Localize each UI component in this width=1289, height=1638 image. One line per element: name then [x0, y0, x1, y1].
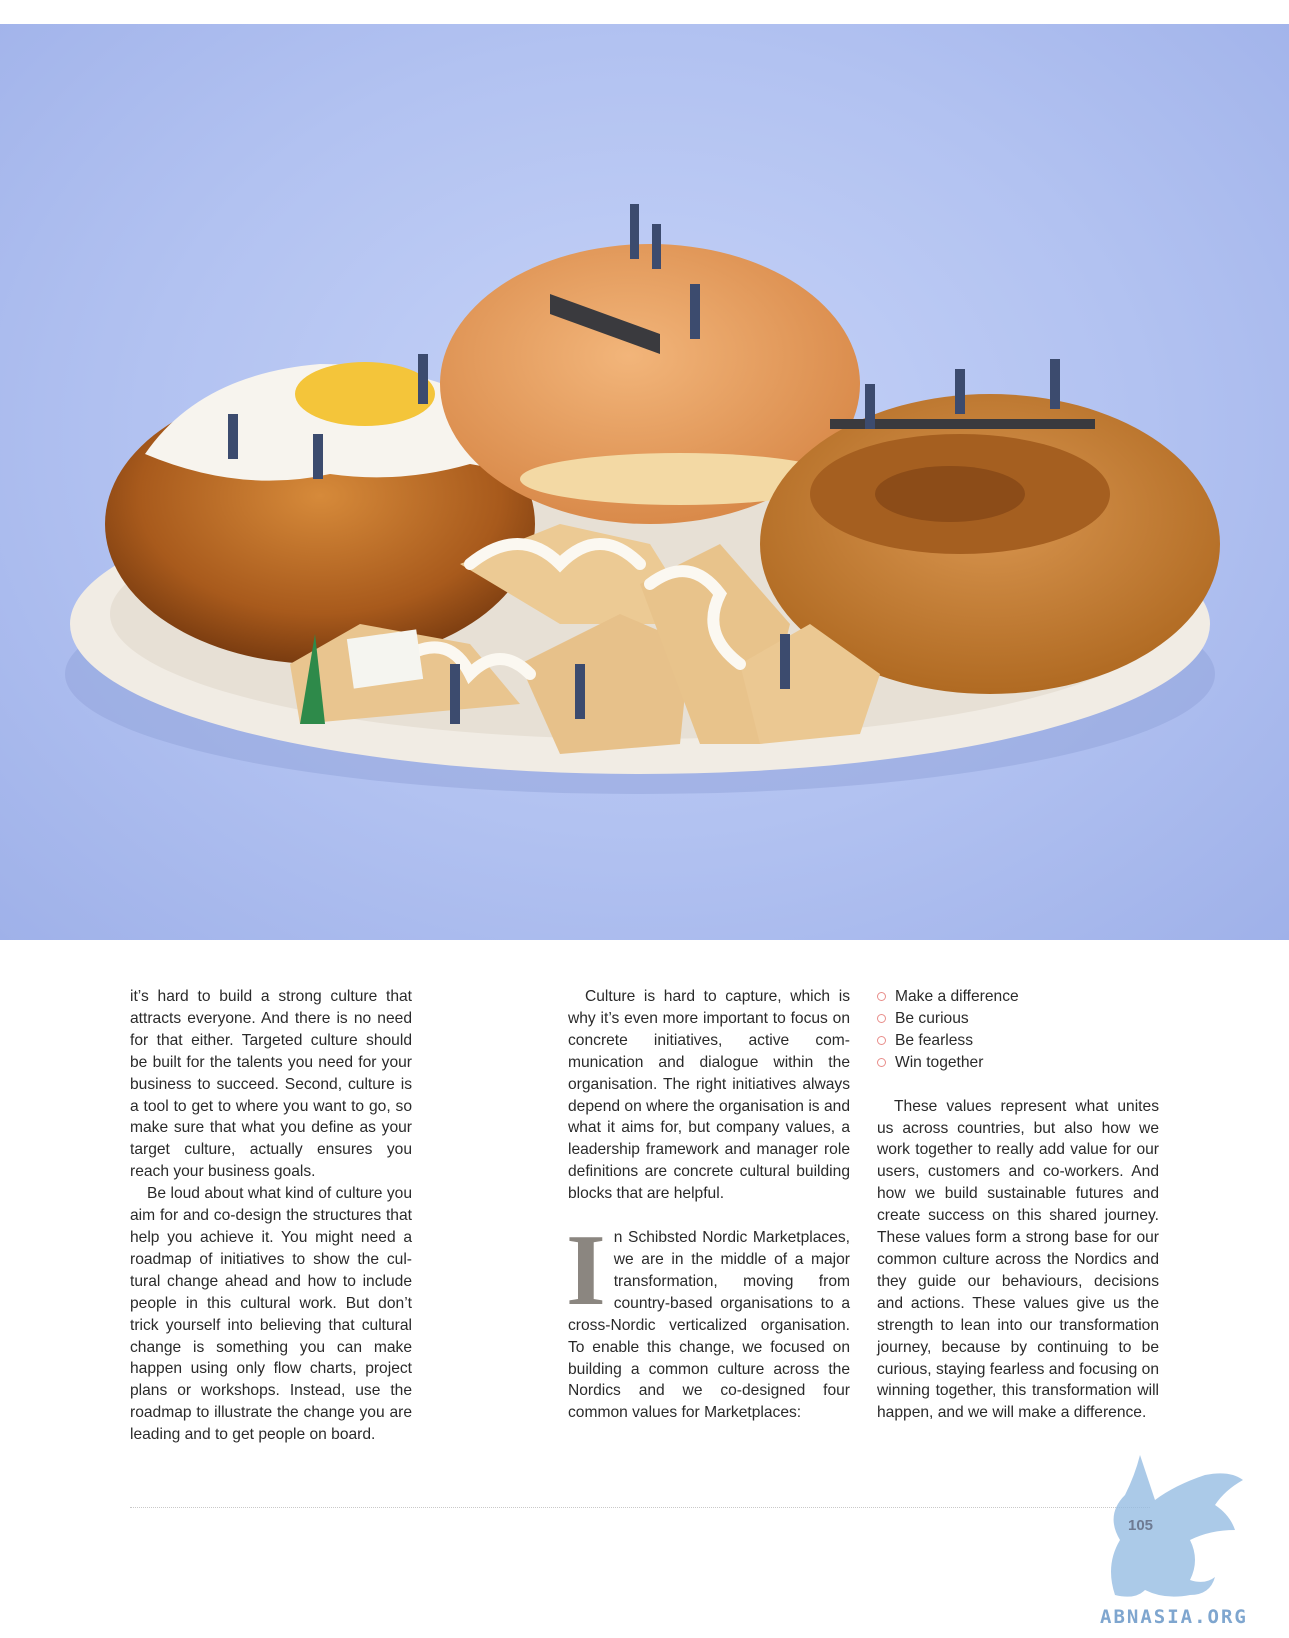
list-item: Make a difference [877, 986, 1159, 1008]
watermark-text: ABNASIA.ORG [1100, 1606, 1248, 1628]
bullet-circle-icon [877, 1013, 886, 1023]
list-item: Win together [877, 1052, 1159, 1074]
value-label: Be fearless [895, 1031, 974, 1049]
body-paragraph: Be loud about what kind of culture you a… [130, 1185, 412, 1444]
bullet-circle-icon [877, 1035, 886, 1045]
column-middle: Culture is hard to capture, which is why… [566, 986, 850, 1424]
drop-cap: I [566, 1214, 606, 1328]
bullet-circle-icon [877, 1057, 886, 1067]
bullet-circle-icon [877, 992, 886, 1001]
dropcap-paragraph-text: n Schibsted Nordic Market­places, we are… [568, 1229, 850, 1422]
griffin-logo-icon [1111, 1455, 1243, 1597]
column-right: Make a difference Be curious Be fearless… [877, 986, 1159, 1424]
body-paragraph: These values represent what unites us ac… [877, 1097, 1159, 1422]
pastry-plate-with-miniature-figures-photo [65, 204, 1220, 794]
value-label: Win together [895, 1053, 984, 1071]
list-item: Be fearless [877, 1030, 1159, 1052]
list-item: Be curious [877, 1008, 1159, 1030]
value-label: Make a difference [895, 988, 1019, 1005]
body-paragraph-with-dropcap: In Schibsted Nordic Market­places, we ar… [566, 1214, 850, 1424]
value-label: Be curious [895, 1009, 969, 1027]
body-paragraph: it’s hard to build a strong culture that… [130, 988, 412, 1181]
hero-photo [0, 24, 1289, 940]
body-paragraph: Culture is hard to capture, which is why… [568, 988, 850, 1203]
footer-divider [130, 1507, 1150, 1508]
column-left: it’s hard to build a strong culture that… [130, 986, 412, 1446]
values-list: Make a difference Be curious Be fearless… [877, 986, 1159, 1074]
page-number: 105 [1128, 1517, 1154, 1534]
